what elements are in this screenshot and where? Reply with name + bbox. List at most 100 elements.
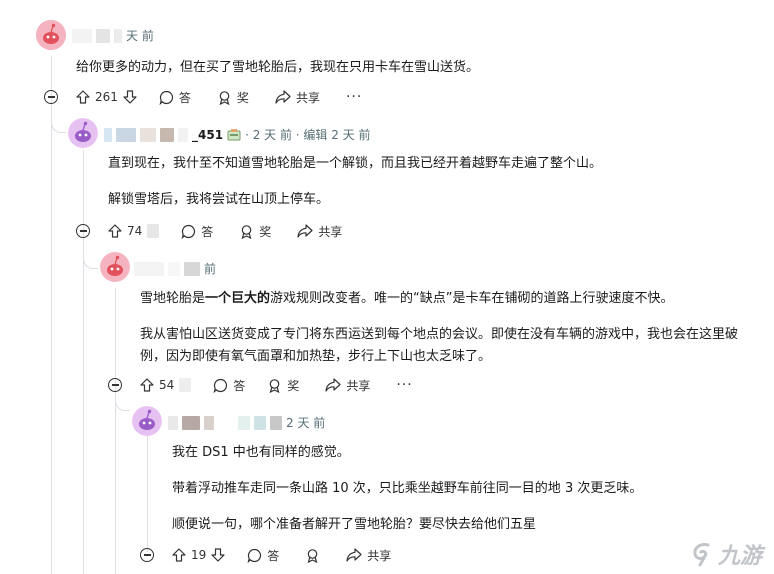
comment-paragraph: 顺便说一句，哪个准备者解开了雪地轮胎？要尽快去给他们五星: [172, 517, 537, 532]
comment-paragraph: 我在 DS1 中也有同样的感觉。: [172, 445, 350, 460]
award-icon: [241, 224, 252, 239]
downvote-icon[interactable]: [123, 90, 137, 104]
blurred-username: [218, 415, 234, 430]
reply-button[interactable]: 答: [213, 377, 245, 394]
downvote-icon[interactable]: [211, 548, 225, 562]
blurred-username: [72, 28, 92, 43]
award-button[interactable]: 奖: [267, 377, 299, 394]
comment-actions: 54 答 奖 共享 ···: [140, 375, 413, 395]
reply-label: 答: [233, 378, 246, 393]
avatar[interactable]: [36, 20, 66, 50]
username[interactable]: _451: [192, 128, 223, 142]
blurred-username: [114, 28, 122, 43]
snoo-avatar-icon: [68, 118, 98, 148]
upvote-icon[interactable]: [108, 224, 122, 238]
thread-line: [83, 150, 84, 574]
speech-bubble-icon: [213, 378, 228, 393]
blurred-username: [116, 127, 136, 142]
upvote-icon[interactable]: [172, 548, 186, 562]
blurred-username: [104, 127, 112, 142]
reply-button[interactable]: 答: [159, 89, 191, 106]
upvote-icon[interactable]: [76, 90, 90, 104]
bold-text: 一个巨大的: [205, 291, 271, 306]
comment-time: · 2 天 前 · 编辑 2 天 前: [245, 128, 371, 142]
award-icon: [269, 378, 280, 393]
share-label: 共享: [295, 90, 320, 105]
share-button[interactable]: 共享: [297, 223, 342, 240]
share-label: 共享: [318, 224, 343, 239]
comment-paragraph: 给你更多的动力，但在买了雪地轮胎后，我现在只用卡车在雪山送货。: [76, 60, 480, 75]
thread-elbow: [115, 396, 130, 411]
blurred-username: [178, 127, 188, 142]
share-icon: [346, 548, 362, 562]
bold-prefix: 雪地轮胎是: [140, 291, 206, 306]
share-button[interactable]: 共享: [325, 377, 370, 394]
blurred-username: [168, 415, 178, 430]
comment-actions: 261 答 奖 共享 ···: [76, 87, 362, 107]
comment-meta: _451 · 2 天 前 · 编辑 2 天 前: [104, 126, 370, 143]
reply-button[interactable]: 答: [181, 223, 213, 240]
blurred-username: [254, 415, 266, 430]
avatar[interactable]: [132, 406, 162, 436]
thread-elbow: [83, 254, 98, 269]
collapse-thread-button[interactable]: [44, 90, 58, 104]
comment-body: 我在 DS1 中也有同样的感觉。 带着浮动推车走同一条山路 10 次，只比乘坐越…: [172, 442, 752, 536]
award-icon: [307, 548, 318, 563]
share-icon: [325, 378, 341, 392]
comment-body: 给你更多的动力，但在买了雪地轮胎后，我现在只用卡车在雪山送货。: [76, 57, 756, 79]
blurred-username: [182, 415, 200, 430]
snoo-avatar-icon: [100, 252, 130, 282]
award-label: 奖: [236, 90, 249, 105]
reply-label: 答: [178, 90, 191, 105]
award-button[interactable]: 奖: [239, 223, 271, 240]
comment-meta: 前: [134, 260, 216, 277]
watermark-text: 九游: [717, 544, 762, 569]
thread-line: [115, 288, 116, 574]
share-button[interactable]: 共享: [275, 89, 320, 106]
flair-icon: [227, 129, 241, 141]
thread-line: [147, 432, 148, 552]
watermark-logo: 九游: [690, 538, 762, 570]
share-label: 共享: [346, 378, 371, 393]
award-button[interactable]: 奖: [217, 89, 249, 106]
blurred-username: [168, 261, 180, 276]
share-button[interactable]: 共享: [346, 547, 391, 564]
comment-paragraph: 解锁雪塔后，我将尝试在山顶上停车。: [108, 192, 330, 207]
share-icon: [297, 224, 313, 238]
watermark-fade: [560, 508, 640, 538]
comment-actions: 19 答 共享: [172, 545, 417, 565]
award-button[interactable]: [305, 548, 320, 563]
blurred-username: [204, 415, 214, 430]
collapse-thread-button[interactable]: [76, 224, 90, 238]
blurred-username: [140, 127, 156, 142]
comment-paragraph: 直到现在，我什至不知道雪地轮胎是一个解锁，而且我已经开着越野车走遍了整个山。: [108, 156, 603, 171]
award-icon: [219, 90, 230, 105]
reply-button[interactable]: 答: [247, 547, 279, 564]
speech-bubble-icon: [159, 90, 173, 105]
body-suffix: 游戏规则改变者。唯一的“缺点”是卡车在铺砌的道路上行驶速度不快。: [270, 291, 674, 306]
thread-line: [51, 56, 52, 574]
blurred-downvote: [179, 378, 192, 392]
reply-label: 答: [201, 224, 214, 239]
snoo-avatar-icon: [132, 406, 162, 436]
vote-count: 74: [127, 224, 143, 238]
snoo-avatar-icon: [36, 20, 66, 50]
blurred-username: [160, 127, 174, 142]
avatar[interactable]: [68, 118, 98, 148]
upvote-icon[interactable]: [140, 378, 154, 392]
vote-count: 261: [95, 90, 118, 104]
collapse-thread-button[interactable]: [108, 378, 122, 392]
vote-group: 54: [140, 378, 192, 392]
thread-elbow: [51, 118, 66, 133]
collapse-thread-button[interactable]: [140, 548, 154, 562]
vote-count: 54: [159, 378, 175, 392]
more-options-button[interactable]: ···: [396, 377, 412, 393]
more-options-button[interactable]: ···: [346, 89, 362, 105]
nine-game-logo-icon: [693, 543, 710, 567]
avatar[interactable]: [100, 252, 130, 282]
vote-group: 261: [76, 90, 137, 104]
comment-paragraph: 我从害怕山区送货变成了专门将东西运送到每个地点的会议。即使在没有车辆的游戏中，我…: [140, 327, 739, 364]
share-icon: [275, 90, 291, 104]
award-label: 奖: [259, 224, 272, 239]
vote-count: 19: [191, 548, 207, 562]
